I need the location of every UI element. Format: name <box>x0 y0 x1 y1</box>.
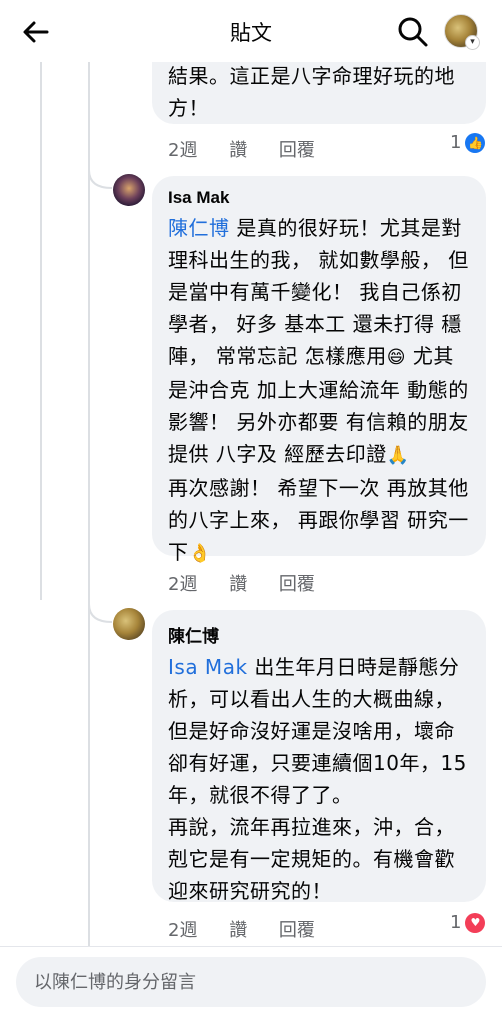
top-bar: 貼文 ▾ <box>0 0 502 62</box>
comment-bubble: Isa Mak 陳仁博 是真的很好玩！尤其是對 理科出生的我， 就如數學般， 但… <box>152 176 486 564</box>
comment-line: 年，就很不得了了。 <box>168 783 353 807</box>
like-reaction-icon: 👍 <box>465 132 486 153</box>
comment-timestamp[interactable]: 2週 <box>168 574 197 595</box>
comment-line: 再次感謝！ 希望下一次 再放其他 <box>168 476 469 500</box>
comment-author[interactable]: Isa Mak <box>168 188 470 208</box>
comment-line: 學者， 好多 基本工 還未打得 穩 <box>168 312 462 336</box>
mention-link[interactable]: 陳仁博 <box>168 216 230 240</box>
love-reaction-icon: ♥ <box>465 912 486 933</box>
comment-timestamp[interactable]: 2週 <box>168 140 197 161</box>
comment-line: 理科出生的我， 就如數學般， 但 <box>168 248 469 272</box>
avatar[interactable] <box>113 608 145 640</box>
praying-hands-emoji-icon: 🙏 <box>386 445 410 466</box>
comment-line: 結果。這正是八字命理好玩的地 <box>168 64 455 88</box>
comment-text: 陣， 常常忘記 怎樣應用 <box>168 344 387 368</box>
comment-line: 但是好命沒好運是沒啥用，壞命 <box>168 719 455 743</box>
comment-line: 是沖合克 加上大運給流年 動態的 <box>168 378 469 402</box>
comment-line: 影響！ 另外亦都要 有信賴的朋友 <box>168 410 469 434</box>
thread-line <box>40 62 42 600</box>
reply-button[interactable]: 回覆 <box>279 920 315 941</box>
mention-link[interactable]: Isa Mak <box>168 655 248 679</box>
comment-line: Isa Mak 出生年月日時是靜態分 <box>168 651 470 683</box>
comment-line: 是當中有萬千變化！ 我自己係初 <box>168 280 462 304</box>
comment-line: 方！ <box>168 96 209 120</box>
comment-text: 尤其 <box>405 344 454 368</box>
reaction-summary[interactable]: 1 👍 <box>450 132 486 153</box>
thread-line <box>88 62 90 946</box>
comment-line: 剋它是有一定規矩的。有機會歡 <box>168 847 455 871</box>
ok-hand-emoji-icon: 👌 <box>188 543 212 564</box>
avatar[interactable] <box>113 174 145 206</box>
comment-composer <box>0 946 502 1024</box>
comment-text: 是真的很好玩！尤其是對 <box>229 216 462 240</box>
comment-line: 再說，流年再拉進來，沖，合， <box>168 815 455 839</box>
comment-text: 出生年月日時是靜態分 <box>247 655 460 679</box>
thread-branch <box>88 604 113 623</box>
comment-line: 提供 八字及 經歷去印證🙏 <box>168 438 470 472</box>
comment-bubble: 陳仁博 Isa Mak 出生年月日時是靜態分 析，可以看出人生的大概曲線， 但是… <box>152 610 486 903</box>
reaction-summary[interactable]: 1 ♥ <box>450 912 486 933</box>
comment-input[interactable] <box>16 957 486 1007</box>
profile-avatar-button[interactable]: ▾ <box>444 14 480 50</box>
comment-line: 卻有好運，只要連續個10年，15 <box>168 751 467 775</box>
comment-author[interactable]: 陳仁博 <box>168 622 470 647</box>
grinning-emoji-icon: 😄 <box>386 347 406 368</box>
like-button[interactable]: 讚 <box>229 574 247 595</box>
reaction-count: 1 <box>450 912 462 933</box>
reaction-count: 1 <box>450 132 462 153</box>
comment-actions: 2週 讚 回覆 <box>168 136 341 162</box>
search-icon[interactable] <box>396 15 430 49</box>
chevron-down-icon: ▾ <box>465 35 480 50</box>
comment-line: 迎來研究研究的！ <box>168 879 332 903</box>
reply-button[interactable]: 回覆 <box>279 574 315 595</box>
thread-branch <box>88 170 113 189</box>
comment-actions: 2週 讚 回覆 <box>168 916 341 942</box>
reply-button[interactable]: 回覆 <box>279 140 315 161</box>
comment-timestamp[interactable]: 2週 <box>168 920 197 941</box>
comment-actions: 2週 讚 回覆 <box>168 570 341 596</box>
like-button[interactable]: 讚 <box>229 920 247 941</box>
comment-line: 析，可以看出人生的大概曲線， <box>168 687 455 711</box>
comment-line: 下👌 <box>168 536 470 570</box>
comment-text: 提供 八字及 經歷去印證 <box>168 442 387 466</box>
comment-line: 陣， 常常忘記 怎樣應用😄 尤其 <box>168 340 470 374</box>
comment-line: 陳仁博 是真的很好玩！尤其是對 <box>168 212 470 244</box>
comment-line: 的八字上來， 再跟你學習 研究一 <box>168 508 469 532</box>
like-button[interactable]: 讚 <box>229 140 247 161</box>
comment-text: 下 <box>168 540 189 564</box>
